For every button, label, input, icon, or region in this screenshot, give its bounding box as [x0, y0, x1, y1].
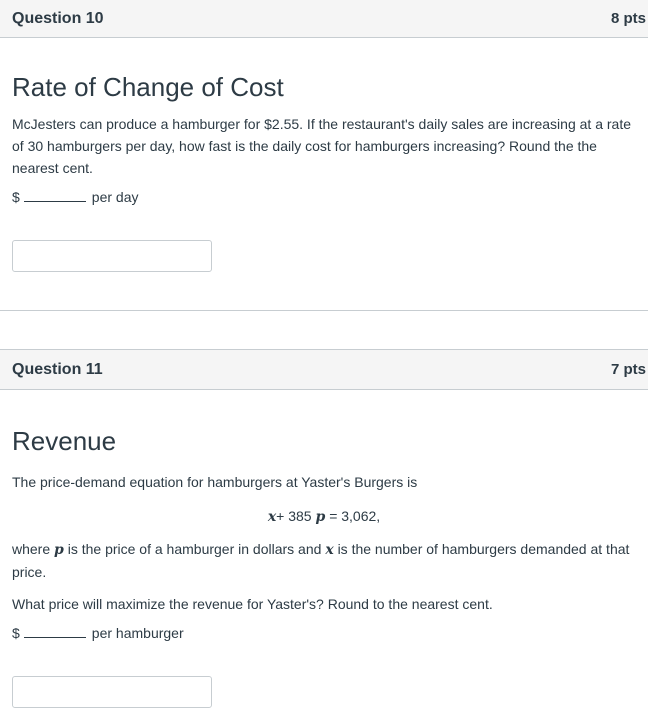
math-var-x: x — [267, 509, 277, 526]
answer-line: $ per hamburger — [12, 625, 636, 641]
math-var-p: p — [54, 542, 64, 559]
answer-line: $ per day — [12, 189, 636, 205]
equation-plus: + 385 — [276, 508, 312, 525]
answer-input[interactable] — [12, 676, 212, 709]
answer-prefix: $ — [12, 189, 20, 206]
question-points: 7 pts — [610, 361, 646, 378]
divider — [0, 310, 648, 311]
question-10: Question 10 8 pts Rate of Change of Cost… — [0, 0, 648, 273]
question-intro: The price-demand equation for hamburgers… — [12, 474, 418, 491]
question-definition: where p is the price of a hamburger in d… — [12, 538, 636, 583]
question-title: Question 11 — [12, 360, 103, 378]
question-text: McJesters can produce a hamburger for $2… — [12, 116, 631, 177]
question-body: Rate of Change of Cost McJesters can pro… — [0, 72, 648, 273]
answer-blank — [23, 625, 86, 639]
question-body: Revenue The price-demand equation for ha… — [0, 426, 648, 709]
equation-rhs: = 3,062, — [329, 508, 381, 525]
answer-blank — [23, 189, 86, 203]
answer-suffix: per day — [91, 189, 139, 206]
question-prompt: What price will maximize the revenue for… — [12, 596, 493, 613]
question-points: 8 pts — [610, 10, 646, 27]
answer-prefix: $ — [12, 625, 20, 642]
question-header: Question 11 7 pts — [0, 349, 648, 390]
definition-text: is the price of a hamburger in dollars a… — [67, 541, 322, 558]
answer-suffix: per hamburger — [91, 625, 184, 642]
question-header: Question 10 8 pts — [0, 0, 648, 38]
math-var-x: x — [325, 542, 334, 559]
answer-input[interactable] — [12, 240, 212, 273]
question-title: Question 10 — [12, 9, 104, 27]
math-var-p: p — [315, 509, 326, 526]
definition-text: where — [12, 541, 51, 558]
question-heading: Revenue — [12, 426, 117, 456]
question-11: Question 11 7 pts Revenue The price-dema… — [0, 349, 648, 709]
equation: x+ 385 p = 3,062, — [12, 505, 636, 528]
question-heading: Rate of Change of Cost — [12, 72, 284, 102]
